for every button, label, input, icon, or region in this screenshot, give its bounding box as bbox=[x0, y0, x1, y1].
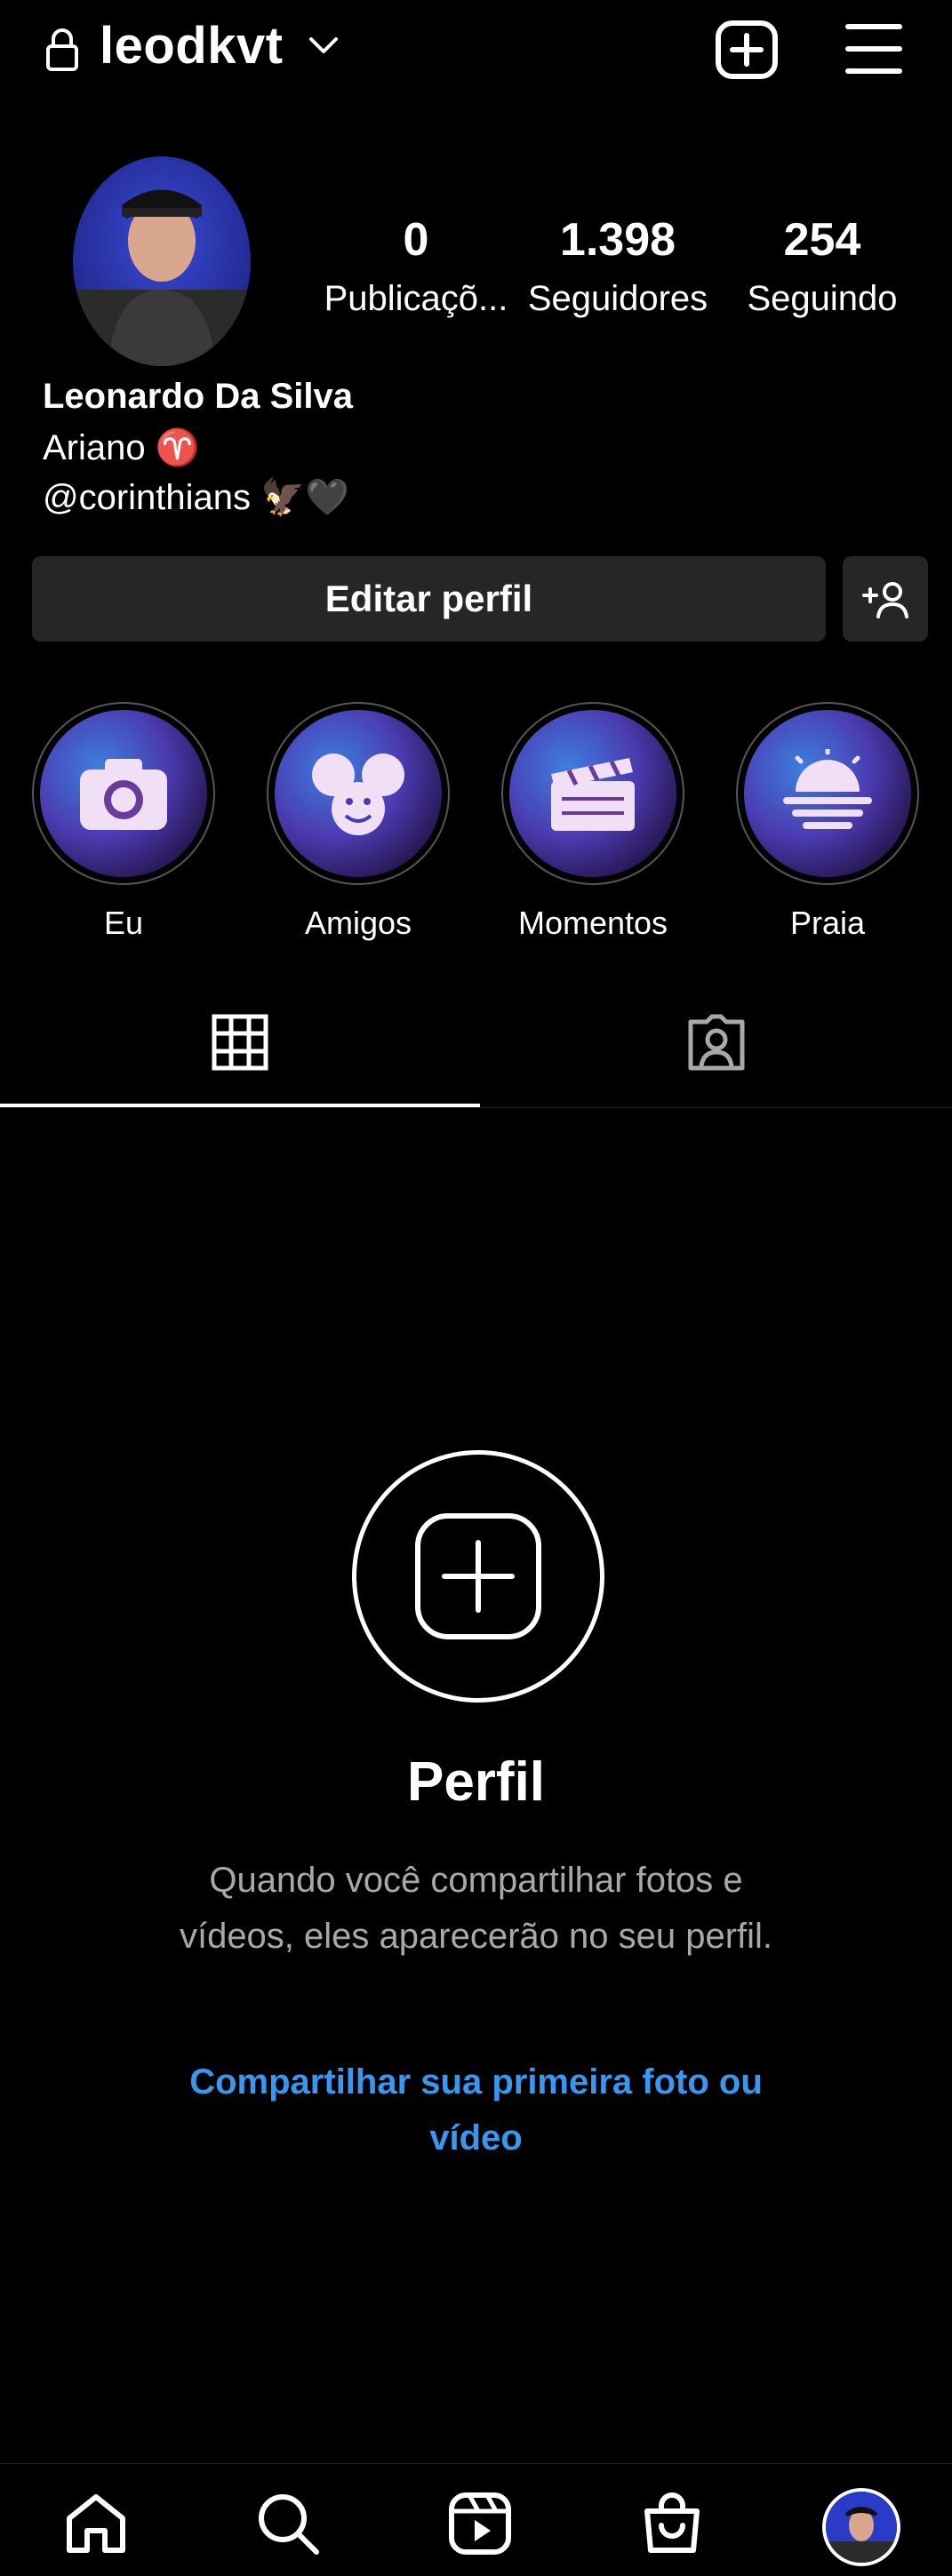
stat-followers[interactable]: 1.398 Seguidores bbox=[520, 217, 716, 319]
highlight-amigos[interactable]: Amigos bbox=[265, 702, 452, 942]
edit-profile-button[interactable]: Editar perfil bbox=[32, 556, 826, 642]
add-post-icon bbox=[415, 1513, 541, 1639]
stat-following[interactable]: 254 Seguindo bbox=[724, 217, 920, 319]
username[interactable]: leodkvt bbox=[100, 16, 284, 76]
highlight-label: Amigos bbox=[304, 905, 412, 941]
highlight-praia[interactable]: Praia bbox=[734, 702, 921, 942]
tab-tagged[interactable] bbox=[480, 977, 952, 1107]
highlight-eu[interactable]: Eu bbox=[30, 702, 217, 942]
following-label: Seguindo bbox=[747, 279, 898, 318]
highlight-label: Eu bbox=[103, 905, 144, 941]
clapperboard-icon bbox=[551, 758, 635, 831]
followers-label: Seguidores bbox=[527, 279, 708, 318]
search-icon bbox=[259, 2494, 319, 2555]
friends-icon bbox=[312, 754, 404, 835]
followers-count: 1.398 bbox=[559, 214, 676, 266]
highlight-label: Praia bbox=[789, 905, 866, 941]
posts-count: 0 bbox=[403, 214, 429, 266]
profile-name: Leonardo Da Silva bbox=[43, 377, 353, 416]
empty-state-description: Quando você compartilhar fotos e vídeos,… bbox=[179, 1861, 773, 1956]
empty-state-title: Perfil bbox=[406, 1751, 546, 1813]
menu-icon[interactable] bbox=[844, 20, 903, 78]
tagged-icon bbox=[688, 1014, 744, 1071]
bottom-nav-divider bbox=[0, 2463, 952, 2464]
empty-state-circle bbox=[352, 1450, 604, 1703]
share-first-photo-link[interactable]: Compartilhar sua primeira foto ou vídeo bbox=[178, 2054, 774, 2166]
following-count: 254 bbox=[783, 214, 861, 266]
home-icon bbox=[67, 2494, 125, 2553]
nav-home[interactable] bbox=[60, 2488, 132, 2559]
camera-icon bbox=[80, 759, 167, 830]
tab-posts-grid[interactable] bbox=[0, 977, 480, 1107]
highlight-label: Momentos bbox=[517, 905, 668, 941]
bio-line-2[interactable]: @corinthians 🦅🖤 bbox=[43, 476, 349, 518]
highlight-momentos[interactable]: Momentos bbox=[500, 702, 686, 942]
nav-search[interactable] bbox=[252, 2488, 324, 2559]
lock-icon bbox=[46, 28, 78, 71]
grid-icon bbox=[212, 1014, 268, 1071]
discover-people-button[interactable] bbox=[843, 556, 928, 642]
shop-icon bbox=[644, 2492, 700, 2553]
chevron-down-icon[interactable] bbox=[308, 34, 340, 57]
profile-avatar[interactable] bbox=[73, 156, 251, 366]
nav-shop[interactable] bbox=[636, 2488, 708, 2559]
nav-reels[interactable] bbox=[444, 2488, 516, 2559]
posts-label: Publicaçõ... bbox=[324, 279, 508, 318]
person-add-icon bbox=[862, 582, 908, 618]
nav-profile-avatar[interactable] bbox=[822, 2488, 900, 2566]
sunset-icon bbox=[783, 749, 872, 829]
bio-line-1: Ariano ♈ bbox=[43, 428, 200, 467]
stat-posts[interactable]: 0 Publicaçõ... bbox=[318, 217, 514, 319]
new-post-icon[interactable] bbox=[715, 20, 779, 80]
tab-divider bbox=[0, 1107, 952, 1108]
reels-icon bbox=[449, 2492, 511, 2555]
